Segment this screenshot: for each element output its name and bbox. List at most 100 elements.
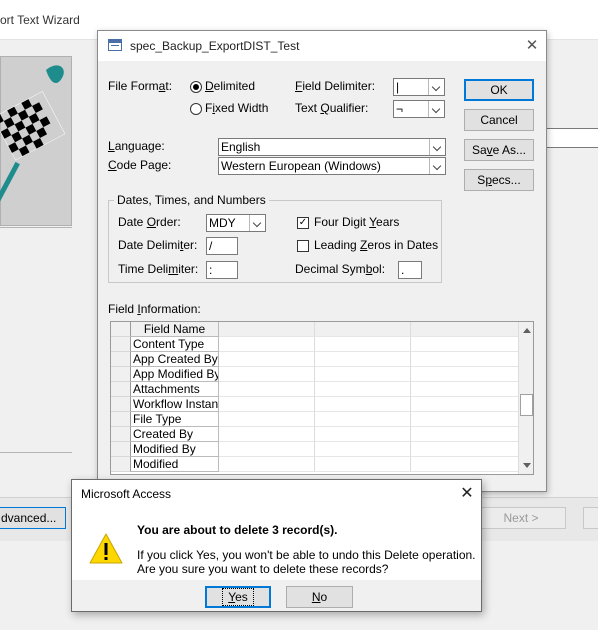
table-cell[interactable]	[315, 367, 411, 382]
table-cell[interactable]	[219, 397, 315, 412]
table-cell[interactable]	[219, 427, 315, 442]
leading-zeros-checkbox[interactable]	[297, 240, 309, 252]
table-cell[interactable]	[411, 412, 519, 427]
close-icon[interactable]: ✕	[522, 36, 542, 56]
scroll-up-arrow-icon[interactable]	[519, 322, 533, 338]
field-information-grid[interactable]: Field Name Content Type App Created By A…	[110, 321, 534, 475]
four-digit-years-checkbox[interactable]: ✓	[297, 217, 309, 229]
table-row[interactable]: Content Type	[111, 337, 519, 352]
field-name-cell[interactable]: File Type	[131, 412, 219, 427]
table-cell[interactable]	[315, 457, 411, 472]
table-cell[interactable]	[219, 337, 315, 352]
next-button[interactable]: Next >	[476, 507, 566, 529]
yes-button[interactable]: Yes	[205, 586, 271, 608]
column-header[interactable]	[411, 322, 519, 337]
decimal-symbol-input[interactable]: .	[398, 261, 422, 279]
table-cell[interactable]	[411, 442, 519, 457]
scroll-down-arrow-icon[interactable]	[519, 458, 533, 474]
table-row[interactable]: Modified By	[111, 442, 519, 457]
table-cell[interactable]	[411, 367, 519, 382]
table-cell[interactable]	[315, 397, 411, 412]
table-cell[interactable]	[219, 367, 315, 382]
specs-button[interactable]: Specs...	[464, 169, 534, 191]
table-row[interactable]: Workflow Instanc	[111, 397, 519, 412]
time-delimiter-value: :	[209, 263, 213, 277]
table-cell[interactable]	[315, 442, 411, 457]
row-selector[interactable]	[111, 457, 131, 472]
table-cell[interactable]	[411, 337, 519, 352]
four-digit-years-label[interactable]: Four Digit Years	[314, 215, 399, 229]
close-icon[interactable]: ✕	[456, 483, 478, 505]
code-page-combo[interactable]: Western European (Windows)	[218, 157, 446, 175]
table-cell[interactable]	[315, 382, 411, 397]
table-cell[interactable]	[219, 442, 315, 457]
row-selector[interactable]	[111, 427, 131, 442]
fixed-width-radio[interactable]	[190, 103, 202, 115]
table-row[interactable]: App Created By	[111, 352, 519, 367]
save-as-button[interactable]: Save As...	[464, 139, 534, 161]
field-name-cell[interactable]: Workflow Instanc	[131, 397, 219, 412]
table-cell[interactable]	[411, 397, 519, 412]
row-selector[interactable]	[111, 382, 131, 397]
cancel-button[interactable]: Cancel	[464, 109, 534, 131]
grid-scrollbar[interactable]	[518, 322, 533, 474]
finish-button[interactable]	[583, 507, 598, 529]
wizard-input-field[interactable]	[546, 128, 598, 148]
leading-zeros-label[interactable]: Leading Zeros in Dates	[314, 238, 438, 252]
language-combo[interactable]: English	[218, 138, 446, 156]
field-name-cell[interactable]: App Created By	[131, 352, 219, 367]
field-name-column-header[interactable]: Field Name	[131, 322, 219, 337]
table-cell[interactable]	[315, 337, 411, 352]
field-name-cell[interactable]: App Modified By	[131, 367, 219, 382]
scrollbar-thumb[interactable]	[520, 394, 533, 416]
advanced-button[interactable]: dvanced...	[0, 507, 66, 529]
table-cell[interactable]	[219, 352, 315, 367]
row-selector[interactable]	[111, 337, 131, 352]
field-name-cell[interactable]: Created By	[131, 427, 219, 442]
field-name-cell[interactable]: Content Type	[131, 337, 219, 352]
text-qualifier-combo[interactable]: ¬	[393, 100, 445, 118]
column-header[interactable]	[219, 322, 315, 337]
table-cell[interactable]	[411, 427, 519, 442]
table-cell[interactable]	[219, 412, 315, 427]
table-cell[interactable]	[219, 457, 315, 472]
ok-button[interactable]: OK	[464, 79, 534, 101]
chevron-down-icon[interactable]	[429, 139, 445, 155]
delimited-radio[interactable]	[190, 81, 202, 93]
table-cell[interactable]	[315, 352, 411, 367]
field-name-cell[interactable]: Modified	[131, 457, 219, 472]
row-selector-header[interactable]	[111, 322, 131, 337]
row-selector[interactable]	[111, 442, 131, 457]
table-row[interactable]: App Modified By	[111, 367, 519, 382]
table-cell[interactable]	[411, 457, 519, 472]
time-delimiter-input[interactable]: :	[206, 261, 238, 279]
table-cell[interactable]	[411, 352, 519, 367]
table-cell[interactable]	[411, 382, 519, 397]
delimited-label[interactable]: Delimited	[205, 79, 255, 93]
fixed-width-label[interactable]: Fixed Width	[205, 101, 268, 115]
chevron-down-icon[interactable]	[429, 158, 445, 174]
date-delimiter-input[interactable]: /	[206, 237, 238, 255]
table-row[interactable]: Attachments	[111, 382, 519, 397]
field-information-label: Field Information:	[108, 302, 201, 316]
table-row[interactable]: File Type	[111, 412, 519, 427]
field-name-cell[interactable]: Modified By	[131, 442, 219, 457]
row-selector[interactable]	[111, 367, 131, 382]
table-row[interactable]: Modified	[111, 457, 519, 472]
column-header[interactable]	[315, 322, 411, 337]
chevron-down-icon[interactable]	[428, 101, 444, 117]
field-name-cell[interactable]: Attachments	[131, 382, 219, 397]
field-delimiter-combo[interactable]: |	[393, 78, 445, 96]
table-row[interactable]: Created By	[111, 427, 519, 442]
date-order-combo[interactable]: MDY	[206, 214, 266, 232]
table-cell[interactable]	[315, 412, 411, 427]
no-button[interactable]: No	[286, 586, 353, 608]
chevron-down-icon[interactable]	[249, 215, 265, 231]
chevron-down-icon[interactable]	[428, 79, 444, 95]
table-cell[interactable]	[219, 382, 315, 397]
table-cell[interactable]	[315, 427, 411, 442]
row-selector[interactable]	[111, 412, 131, 427]
row-selector[interactable]	[111, 352, 131, 367]
row-selector[interactable]	[111, 397, 131, 412]
time-delimiter-label: Time Delimiter:	[118, 262, 199, 276]
